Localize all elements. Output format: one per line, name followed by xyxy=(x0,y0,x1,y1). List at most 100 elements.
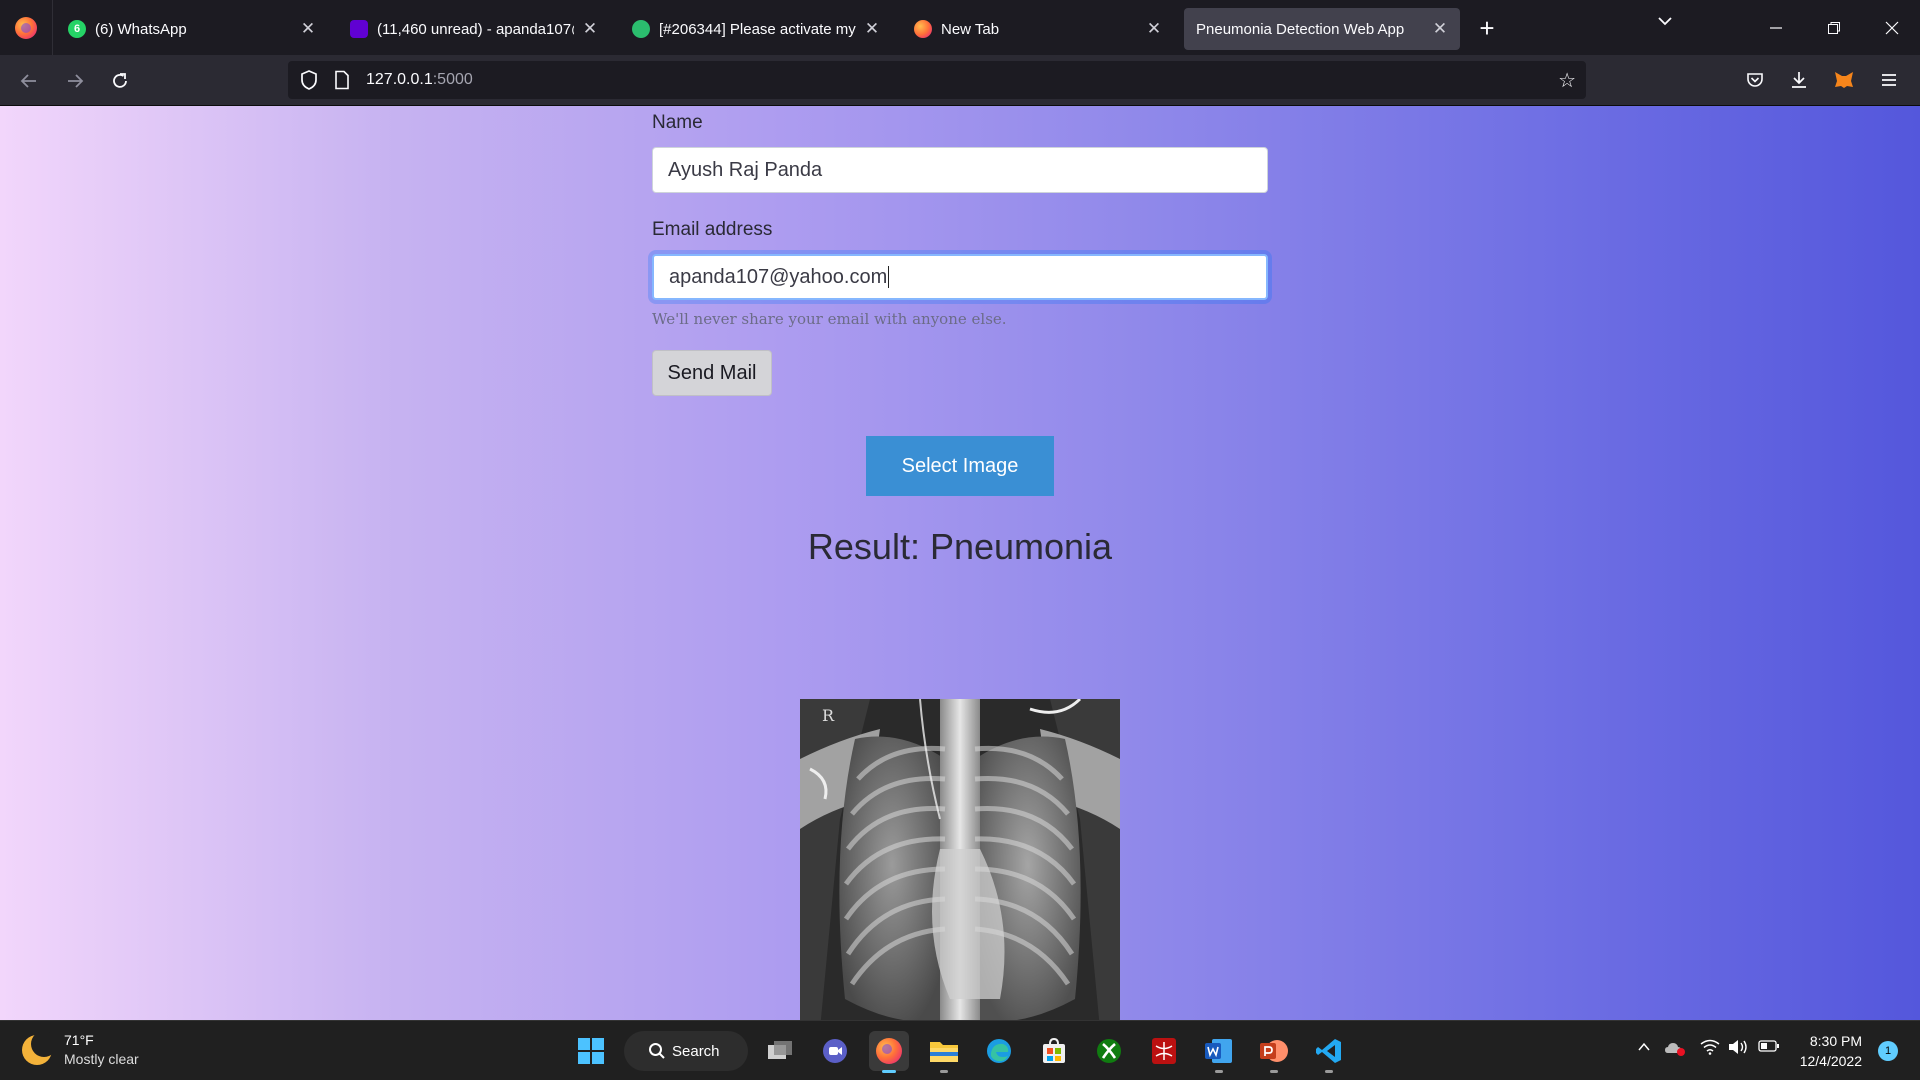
wifi-tray[interactable] xyxy=(1700,1039,1720,1060)
tab-title: [#206344] Please activate my account xyxy=(659,20,856,38)
pocket-button[interactable] xyxy=(1742,67,1768,93)
name-field[interactable]: Ayush Raj Panda xyxy=(652,147,1268,193)
close-icon[interactable]: ✕ xyxy=(1432,19,1448,39)
running-indicator xyxy=(882,1070,896,1073)
running-indicator xyxy=(1215,1070,1223,1073)
word-icon xyxy=(1205,1039,1232,1063)
chat-icon xyxy=(823,1039,847,1063)
minimize-button[interactable] xyxy=(1748,0,1804,55)
battery-tray[interactable] xyxy=(1758,1039,1780,1058)
plus-icon: + xyxy=(1479,12,1495,43)
tab-title: Pneumonia Detection Web App xyxy=(1196,20,1405,38)
taskbar-xbox[interactable] xyxy=(1089,1031,1129,1071)
tab-support-ticket[interactable]: [#206344] Please activate my account ✕ xyxy=(620,8,892,50)
taskbar-vscode[interactable] xyxy=(1309,1031,1349,1073)
restore-button[interactable] xyxy=(1806,0,1862,55)
arrow-right-icon xyxy=(68,74,84,88)
reload-icon xyxy=(113,73,127,88)
select-image-button[interactable]: Select Image xyxy=(866,436,1054,496)
spiderman-icon xyxy=(1152,1038,1176,1064)
running-indicator xyxy=(1270,1070,1278,1073)
close-icon xyxy=(1885,21,1899,34)
email-field[interactable]: apanda107@yahoo.com xyxy=(652,254,1268,300)
close-icon[interactable]: ✕ xyxy=(864,19,880,39)
email-help-text: We'll never share your email with anyone… xyxy=(652,310,1007,328)
taskbar-edge[interactable] xyxy=(979,1031,1019,1071)
support-icon xyxy=(632,20,650,38)
new-tab-button[interactable]: + xyxy=(1470,10,1504,46)
yahoo-mail-icon xyxy=(350,20,368,38)
arrow-left-icon xyxy=(20,74,36,88)
tab-title: New Tab xyxy=(941,20,1000,38)
tab-whatsapp[interactable]: 6 (6) WhatsApp ✕ xyxy=(56,8,328,50)
web-page: Name Ayush Raj Panda Email address apand… xyxy=(0,106,1920,1020)
whatsapp-icon: 6 xyxy=(68,20,86,38)
forward-button[interactable] xyxy=(58,64,92,98)
minimize-icon xyxy=(1770,26,1782,29)
tab-title: (11,460 unread) - apanda107@yahoo.com xyxy=(377,20,574,38)
tab-new-tab[interactable]: New Tab ✕ xyxy=(902,8,1174,50)
url-bar[interactable]: 127.0.0.1:5000 ☆ xyxy=(288,61,1586,99)
shield-icon[interactable] xyxy=(298,69,320,91)
show-hidden-icons-button[interactable] xyxy=(1636,1039,1652,1060)
onedrive-tray[interactable] xyxy=(1664,1039,1686,1062)
running-indicator xyxy=(1325,1070,1333,1073)
metamask-fox-icon xyxy=(1835,72,1853,88)
name-label: Name xyxy=(652,112,703,133)
taskbar-microsoft-store[interactable] xyxy=(1034,1031,1074,1071)
app-menu-button[interactable] xyxy=(1876,67,1902,93)
close-icon[interactable]: ✕ xyxy=(582,19,598,39)
teams-chat-button[interactable] xyxy=(815,1031,855,1071)
reload-button[interactable] xyxy=(103,64,137,98)
url-host: 127.0.0.1 xyxy=(366,71,433,88)
close-window-button[interactable] xyxy=(1864,0,1920,55)
firefox-view-button[interactable] xyxy=(0,0,53,55)
restore-icon xyxy=(1828,21,1840,34)
close-icon[interactable]: ✕ xyxy=(300,19,316,39)
taskbar-file-explorer[interactable] xyxy=(924,1031,964,1073)
search-icon xyxy=(649,1043,665,1059)
weather-temperature: 71°F xyxy=(64,1032,94,1048)
taskbar-game-app[interactable] xyxy=(1144,1031,1184,1071)
page-icon[interactable] xyxy=(334,70,350,90)
downloads-button[interactable] xyxy=(1786,67,1812,93)
taskbar-clock[interactable]: 8:30 PM 12/4/2022 xyxy=(1800,1031,1862,1071)
close-icon[interactable]: ✕ xyxy=(1146,19,1162,39)
back-button[interactable] xyxy=(12,64,46,98)
wifi-icon xyxy=(1700,1039,1720,1055)
email-label: Email address xyxy=(652,219,773,240)
list-all-tabs-button[interactable] xyxy=(1656,12,1674,35)
edge-icon xyxy=(987,1039,1011,1063)
notification-badge[interactable]: 1 xyxy=(1878,1041,1898,1061)
clock-date: 12/4/2022 xyxy=(1799,1053,1862,1069)
task-view-icon xyxy=(768,1041,792,1059)
url-text[interactable]: 127.0.0.1:5000 xyxy=(366,71,473,89)
moon-weather-icon xyxy=(22,1031,57,1065)
taskbar-powerpoint[interactable] xyxy=(1254,1031,1294,1073)
name-value: Ayush Raj Panda xyxy=(668,158,823,181)
tab-yahoo-mail[interactable]: (11,460 unread) - apanda107@yahoo.com ✕ xyxy=(338,8,610,50)
cloud-error-icon xyxy=(1665,1043,1685,1056)
tab-title: (6) WhatsApp xyxy=(95,20,187,38)
chevron-down-icon xyxy=(1658,17,1672,26)
start-button[interactable] xyxy=(571,1031,611,1071)
chevron-up-icon xyxy=(1638,1042,1650,1051)
download-icon xyxy=(1792,72,1806,88)
metamask-extension-button[interactable] xyxy=(1831,67,1857,93)
bookmark-star-icon[interactable]: ☆ xyxy=(1558,68,1576,93)
taskbar-search[interactable]: Search xyxy=(624,1031,748,1071)
send-mail-button[interactable]: Send Mail xyxy=(652,350,772,396)
battery-icon xyxy=(1758,1040,1779,1052)
speaker-icon xyxy=(1729,1040,1747,1054)
tab-pneumonia-app[interactable]: Pneumonia Detection Web App ✕ xyxy=(1184,8,1460,50)
task-view-button[interactable] xyxy=(760,1031,800,1071)
powerpoint-icon xyxy=(1260,1040,1288,1062)
email-value: apanda107@yahoo.com xyxy=(669,265,888,288)
firefox-icon xyxy=(914,20,932,38)
weather-widget[interactable]: 71°F Mostly clear xyxy=(22,1031,139,1069)
taskbar-firefox[interactable] xyxy=(869,1031,909,1073)
volume-tray[interactable] xyxy=(1728,1039,1750,1060)
hamburger-menu-icon xyxy=(1882,74,1896,86)
windows-logo-icon xyxy=(578,1038,604,1064)
taskbar-word[interactable] xyxy=(1199,1031,1239,1073)
